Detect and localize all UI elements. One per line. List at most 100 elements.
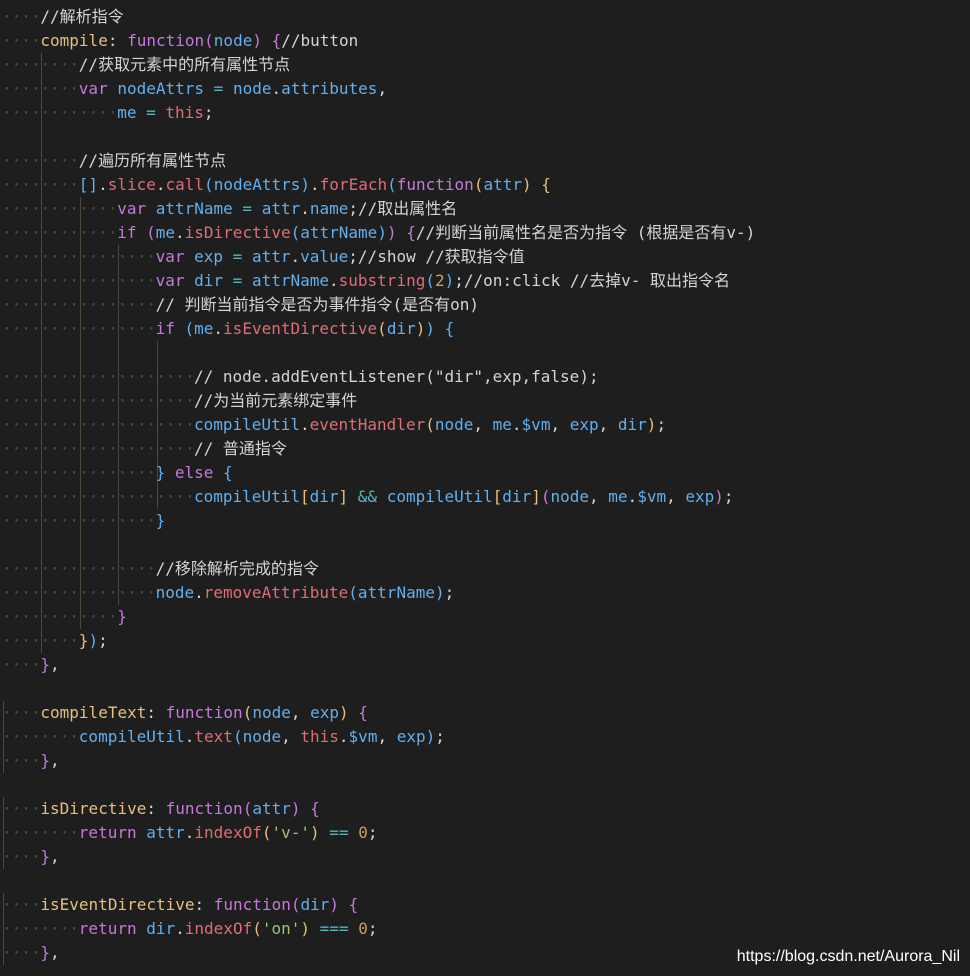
- code-line[interactable]: var exp = attr.value;//show //获取指令值: [156, 245, 525, 269]
- code-token: ): [252, 31, 272, 50]
- code-token: }: [40, 655, 51, 674]
- code-token: var: [155, 271, 195, 290]
- code-token: me: [155, 223, 175, 242]
- code-token: []: [78, 175, 99, 194]
- code-token: dir: [617, 415, 647, 434]
- code-token: ): [646, 415, 657, 434]
- code-line[interactable]: compileUtil.eventHandler(node, me.$vm, e…: [194, 413, 666, 437]
- code-token: }: [78, 631, 89, 650]
- code-token: =: [136, 103, 166, 122]
- code-line[interactable]: // node.addEventListener("dir",exp,false…: [194, 365, 599, 389]
- code-token: me: [608, 487, 628, 506]
- whitespace-dots: ····: [2, 703, 41, 722]
- code-token: ): [444, 271, 455, 290]
- code-line[interactable]: // 判断当前指令是否为事件指令(是否有on): [156, 293, 479, 317]
- code-token: node: [434, 415, 474, 434]
- code-token: ;: [435, 727, 445, 746]
- code-token: ): [434, 583, 445, 602]
- code-token: (: [204, 175, 214, 194]
- code-token: //show //获取指令值: [357, 247, 525, 266]
- whitespace-dots: ····················: [2, 487, 195, 506]
- code-line[interactable]: [].slice.call(nodeAttrs).forEach(functio…: [79, 173, 551, 197]
- code-editor[interactable]: ····//解析指令 ···· compile: function(node) {/…: [0, 0, 970, 976]
- code-line[interactable]: return attr.indexOf('v-') == 0;: [79, 821, 378, 845]
- code-token: ===: [310, 919, 359, 938]
- code-token: else: [165, 463, 224, 482]
- whitespace-dots: ········: [2, 823, 80, 842]
- code-token: 0: [358, 823, 368, 842]
- code-token: (: [242, 703, 253, 722]
- code-token: attrName: [251, 271, 329, 290]
- code-token: ;: [348, 199, 359, 218]
- code-line[interactable]: compileText: function(node, exp) {: [40, 701, 368, 725]
- code-token: .: [175, 223, 185, 242]
- code-line[interactable]: //为当前元素绑定事件: [194, 389, 357, 413]
- code-line[interactable]: });: [79, 629, 108, 653]
- code-token: (: [252, 919, 262, 938]
- code-line[interactable]: return dir.indexOf('on') === 0;: [79, 917, 378, 941]
- code-line[interactable]: } else {: [156, 461, 233, 485]
- code-line[interactable]: isEventDirective: function(dir) {: [40, 893, 358, 917]
- code-line[interactable]: compileUtil.text(node, this.$vm, exp);: [79, 725, 445, 749]
- code-token: }: [40, 751, 51, 770]
- code-line[interactable]: }: [117, 605, 127, 629]
- code-token: (: [425, 271, 435, 290]
- code-token: :: [146, 703, 166, 722]
- code-token: function: [165, 703, 243, 722]
- code-line[interactable]: },: [40, 749, 59, 773]
- code-token: {: [435, 319, 455, 338]
- code-token: node: [252, 703, 291, 722]
- code-token: ): [300, 919, 311, 938]
- code-token: name: [309, 199, 349, 218]
- code-line[interactable]: me = this;: [117, 101, 213, 125]
- code-token: 'on': [261, 919, 301, 938]
- code-token: //遍历所有属性节点: [78, 151, 227, 170]
- code-line[interactable]: //解析指令: [40, 5, 123, 29]
- code-line[interactable]: //获取元素中的所有属性节点: [79, 53, 290, 77]
- code-token: function: [396, 175, 474, 194]
- code-token: ;: [98, 631, 108, 650]
- code-line[interactable]: if (me.isEventDirective(dir)) {: [156, 317, 455, 341]
- code-line[interactable]: },: [40, 845, 59, 869]
- code-line[interactable]: var attrName = attr.name;//取出属性名: [117, 197, 457, 221]
- code-line[interactable]: //遍历所有属性节点: [79, 149, 226, 173]
- code-token: nodeAttrs: [213, 175, 301, 194]
- code-line[interactable]: node.removeAttribute(attrName);: [156, 581, 455, 605]
- code-token: compileUtil: [78, 727, 185, 746]
- code-line[interactable]: }: [156, 509, 166, 533]
- code-line[interactable]: compileUtil[dir] && compileUtil[dir](nod…: [194, 485, 734, 509]
- whitespace-dots: ········: [2, 919, 80, 938]
- code-token: =: [204, 79, 233, 98]
- indent-guide: [3, 797, 4, 869]
- code-token: :: [146, 799, 166, 818]
- code-token: .: [338, 727, 349, 746]
- code-token: node: [242, 727, 282, 746]
- code-token: (: [425, 415, 435, 434]
- code-token: .: [290, 247, 301, 266]
- code-token: {: [223, 463, 233, 482]
- code-line[interactable]: compile: function(node) {//button: [40, 29, 358, 53]
- code-line[interactable]: //移除解析完成的指令: [156, 557, 319, 581]
- code-line[interactable]: },: [40, 653, 59, 677]
- code-token: ,: [666, 487, 686, 506]
- code-line[interactable]: isDirective: function(attr) {: [40, 797, 319, 821]
- code-token: attrName: [357, 583, 435, 602]
- indent-guide: [3, 893, 4, 965]
- code-token: isDirective: [184, 223, 291, 242]
- code-line[interactable]: // 普通指令: [194, 437, 287, 461]
- code-line[interactable]: },: [40, 941, 59, 965]
- code-token: (: [146, 223, 156, 242]
- code-token: isDirective: [40, 799, 147, 818]
- code-token: .: [98, 175, 108, 194]
- code-token: [: [492, 487, 503, 506]
- code-token: .: [184, 823, 195, 842]
- code-token: $vm: [348, 727, 378, 746]
- code-line[interactable]: if (me.isDirective(attrName)) {//判断当前属性名…: [117, 221, 755, 245]
- code-token: ): [339, 703, 359, 722]
- indent-guide: [41, 53, 43, 653]
- code-token: ): [300, 175, 311, 194]
- code-line[interactable]: var dir = attrName.substring(2);//on:cli…: [156, 269, 730, 293]
- code-line[interactable]: var nodeAttrs = node.attributes,: [79, 77, 387, 101]
- code-token: .: [310, 175, 320, 194]
- code-token: ;: [348, 247, 358, 266]
